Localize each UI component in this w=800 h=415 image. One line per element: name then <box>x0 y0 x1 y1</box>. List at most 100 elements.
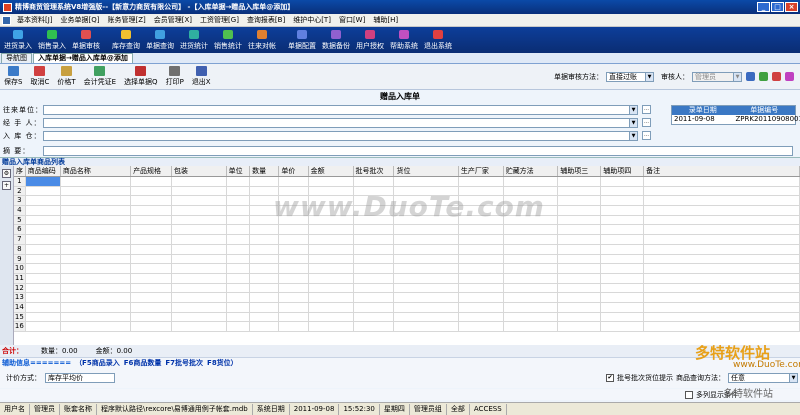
grid-cell[interactable] <box>172 206 227 215</box>
grid-cell[interactable] <box>61 293 132 302</box>
warehouse-select[interactable]: ▼ <box>43 130 638 141</box>
grid-cell[interactable] <box>131 177 172 186</box>
grid-cell[interactable] <box>601 283 645 293</box>
grid-cell[interactable] <box>309 215 354 225</box>
grid-cell[interactable] <box>131 225 172 235</box>
grid-cell[interactable] <box>172 283 227 293</box>
grid-cell[interactable] <box>601 215 645 225</box>
grid-cell[interactable] <box>558 273 602 283</box>
grid-cell[interactable] <box>61 206 132 215</box>
grid-cell[interactable] <box>227 215 251 225</box>
grid-cell[interactable] <box>459 322 504 331</box>
grid-cell[interactable] <box>279 196 309 206</box>
minimize-button[interactable]: _ <box>757 2 770 12</box>
grid-cell[interactable] <box>250 273 280 283</box>
grid-cell[interactable] <box>459 293 504 302</box>
grid-cell[interactable] <box>26 293 61 302</box>
grid-cell[interactable] <box>61 196 132 206</box>
grid-cell[interactable] <box>644 273 800 283</box>
grid-cell[interactable] <box>172 177 227 186</box>
grid-cell[interactable] <box>309 283 354 293</box>
grid-cell[interactable] <box>250 283 280 293</box>
grid-cell[interactable] <box>227 206 251 215</box>
grid-cell[interactable] <box>394 244 459 254</box>
grid-cell[interactable] <box>172 322 227 331</box>
grid-cell[interactable] <box>601 312 645 322</box>
grid-cell[interactable] <box>131 235 172 244</box>
grid-cell[interactable] <box>394 206 459 215</box>
doc-button-5[interactable]: 打印P <box>162 66 188 87</box>
grid-cell[interactable] <box>504 322 559 331</box>
grid-cell[interactable] <box>644 235 800 244</box>
grid-cell[interactable] <box>601 273 645 283</box>
grid-cell[interactable] <box>131 196 172 206</box>
grid-cell[interactable] <box>26 302 61 312</box>
grid-cell[interactable] <box>250 312 280 322</box>
grid-cell[interactable] <box>504 273 559 283</box>
grid-cell[interactable] <box>644 283 800 293</box>
grid-cell[interactable] <box>354 215 395 225</box>
grid-cell[interactable] <box>601 322 645 331</box>
grid-cell[interactable] <box>250 322 280 331</box>
grid-cell[interactable] <box>61 177 132 186</box>
grid-cell[interactable] <box>172 273 227 283</box>
grid-cell[interactable] <box>459 225 504 235</box>
settings-icon[interactable] <box>785 72 794 81</box>
grid-cell[interactable] <box>131 302 172 312</box>
grid-cell[interactable] <box>26 254 61 264</box>
grid-cell[interactable] <box>172 302 227 312</box>
grid-cell[interactable] <box>394 235 459 244</box>
handler-select[interactable]: ▼ <box>43 117 638 128</box>
batch-hint-checkbox[interactable]: ✔ <box>606 374 614 382</box>
grid-cell[interactable] <box>459 177 504 186</box>
table-row[interactable]: 12 <box>14 283 800 294</box>
grid-cell[interactable] <box>227 244 251 254</box>
grid-cell[interactable] <box>309 264 354 273</box>
grid-cell[interactable] <box>227 254 251 264</box>
grid-cell[interactable] <box>394 196 459 206</box>
grid-cell[interactable] <box>279 293 309 302</box>
grid-cell[interactable] <box>504 254 559 264</box>
grid-cell[interactable] <box>459 264 504 273</box>
grid-cell[interactable] <box>601 264 645 273</box>
grid-cell[interactable] <box>354 225 395 235</box>
grid-cell[interactable] <box>26 186 61 196</box>
grid-cell[interactable] <box>309 177 354 186</box>
grid-cell[interactable] <box>558 215 602 225</box>
item-grid[interactable]: 序商品编码 商品名称 产品规格 包装 单位 数量 单价 金额 批号批次 货位 生产厂家 贮藏方法 辅助项… <box>14 166 800 345</box>
grid-cell[interactable] <box>504 177 559 186</box>
grid-cell[interactable] <box>558 186 602 196</box>
menu-item-4[interactable]: 工资管理[G] <box>196 15 243 25</box>
table-row[interactable]: 11 <box>14 273 800 284</box>
grid-cell[interactable] <box>354 283 395 293</box>
grid-cell[interactable] <box>61 244 132 254</box>
grid-cell[interactable] <box>227 225 251 235</box>
grid-cell[interactable] <box>459 244 504 254</box>
doc-button-0[interactable]: 保存S <box>0 66 26 87</box>
table-row[interactable]: 5 <box>14 215 800 226</box>
grid-cell[interactable] <box>394 312 459 322</box>
grid-cell[interactable] <box>131 322 172 331</box>
grid-cell[interactable] <box>172 196 227 206</box>
doc-button-4[interactable]: 选择单据Q <box>120 66 162 87</box>
grid-cell[interactable] <box>644 312 800 322</box>
search-icon[interactable] <box>746 72 755 81</box>
grid-cell[interactable] <box>61 264 132 273</box>
grid-cell[interactable] <box>309 302 354 312</box>
grid-cell[interactable] <box>558 322 602 331</box>
grid-cell[interactable] <box>459 254 504 264</box>
toolbar-button-5[interactable]: 进货统计 <box>177 30 211 53</box>
grid-cell[interactable] <box>394 225 459 235</box>
grid-cell[interactable] <box>26 273 61 283</box>
grid-cell[interactable] <box>601 293 645 302</box>
grid-cell[interactable] <box>504 186 559 196</box>
grid-cell[interactable] <box>601 244 645 254</box>
grid-cell[interactable] <box>172 264 227 273</box>
refresh-icon[interactable] <box>759 72 768 81</box>
grid-cell[interactable] <box>309 206 354 215</box>
doc-button-3[interactable]: 会计凭证E <box>80 66 120 87</box>
toolbar-button-2[interactable]: 单据审核 <box>69 30 103 53</box>
grid-cell[interactable] <box>459 215 504 225</box>
tab-navigation[interactable]: 导航图 <box>1 53 32 63</box>
grid-cell[interactable] <box>250 196 280 206</box>
